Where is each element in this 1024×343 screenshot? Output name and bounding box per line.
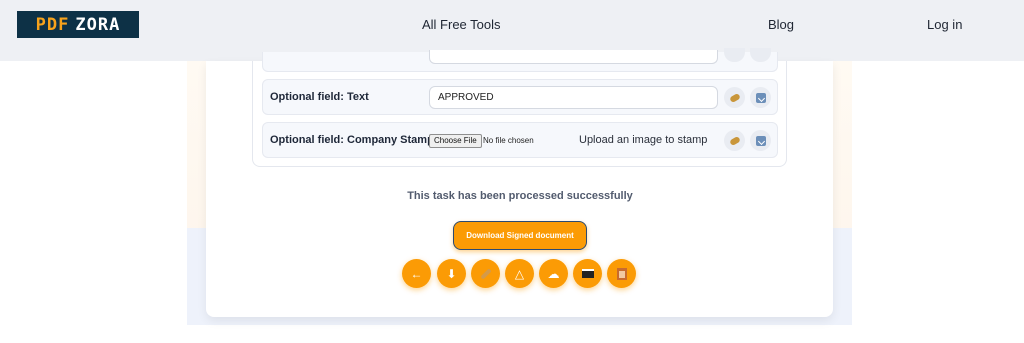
download-button[interactable]: ⬇ xyxy=(437,259,466,288)
stamp-upload-hint: Upload an image to stamp xyxy=(579,134,708,146)
stamp-field-label-prefix: Optional field: xyxy=(270,134,344,146)
save-to-dropbox-button[interactable] xyxy=(573,259,602,288)
download-small-icon xyxy=(755,135,766,146)
text-field-input[interactable] xyxy=(429,86,718,109)
field-row-previous xyxy=(262,48,778,72)
dropbox-icon xyxy=(581,269,594,278)
back-arrow-icon: ← xyxy=(410,266,423,281)
save-to-google-drive-button[interactable]: △ xyxy=(505,259,534,288)
download-small-icon xyxy=(755,92,766,103)
field-row-company-stamp: Optional field: Company Stamp Choose Fil… xyxy=(262,122,778,158)
file-status-text: No file chosen xyxy=(483,136,534,145)
success-message: This task has been processed successfull… xyxy=(407,190,633,202)
upload-to-cloud-button[interactable]: ☁ xyxy=(539,259,568,288)
delete-file-button[interactable] xyxy=(607,259,636,288)
text-field-save-button[interactable] xyxy=(750,87,771,108)
text-field-label-prefix: Optional field: xyxy=(270,91,344,103)
previous-field-save-button[interactable] xyxy=(750,48,771,62)
text-field-label: Optional field: Text xyxy=(270,91,369,103)
previous-field-edit-button[interactable] xyxy=(724,48,745,62)
stamp-field-label-name: Company Stamp xyxy=(343,134,434,146)
pdfzora-logo[interactable]: PDF ZORA xyxy=(17,11,139,38)
download-icon: ⬇ xyxy=(446,266,457,281)
text-field-edit-button[interactable] xyxy=(724,87,745,108)
choose-file-button[interactable]: Choose File xyxy=(429,134,482,148)
nav-blog[interactable]: Blog xyxy=(768,17,794,32)
edit-pen-icon xyxy=(479,267,492,280)
download-signed-document-button[interactable]: Download Signed document xyxy=(453,221,587,250)
stamp-field-label: Optional field: Company Stamp xyxy=(270,134,434,146)
field-row-text: Optional field: Text xyxy=(262,79,778,115)
edit-document-button[interactable] xyxy=(471,259,500,288)
pen-icon xyxy=(728,92,741,103)
previous-field-input[interactable] xyxy=(429,50,718,64)
google-drive-icon: △ xyxy=(514,266,525,281)
logo-part-zora: ZORA xyxy=(75,14,121,35)
back-button[interactable]: ← xyxy=(402,259,431,288)
stamp-field-save-button[interactable] xyxy=(750,130,771,151)
cloud-upload-icon: ☁ xyxy=(547,266,560,281)
stamp-field-edit-button[interactable] xyxy=(724,130,745,151)
nav-all-free-tools[interactable]: All Free Tools xyxy=(422,17,501,32)
pen-icon xyxy=(728,135,741,146)
logo-part-pdf: PDF xyxy=(35,14,70,35)
delete-trash-icon xyxy=(616,267,627,280)
nav-login[interactable]: Log in xyxy=(927,17,962,32)
text-field-label-name: Text xyxy=(343,91,369,103)
